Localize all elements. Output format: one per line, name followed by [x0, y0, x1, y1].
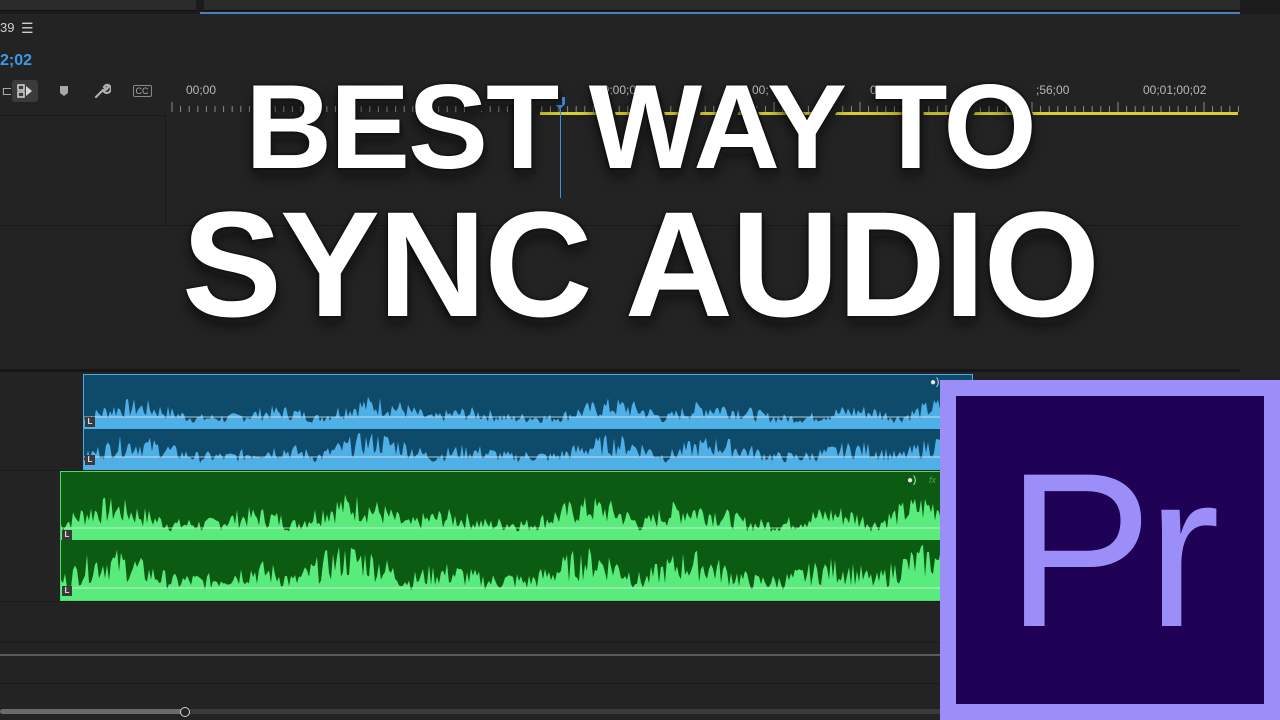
channel-badge: L — [85, 417, 95, 427]
channel-badge: L — [62, 586, 72, 596]
track-divider — [0, 683, 940, 684]
panel-focus-line — [200, 12, 1240, 14]
track-divider — [0, 642, 940, 643]
audio-waveform-a2 — [61, 494, 959, 600]
video-audio-divider[interactable] — [0, 369, 1240, 372]
audio-clip-a1[interactable]: L L ●) — [83, 374, 973, 470]
headline-line-1: BEST WAY TO — [245, 60, 1036, 194]
channel-badge: L — [85, 455, 95, 465]
panel-tab-right[interactable] — [204, 0, 1240, 11]
scrollbar-thumb[interactable] — [0, 709, 186, 714]
panel-tab-left[interactable] — [0, 0, 196, 11]
headline-line-2: SYNC AUDIO — [181, 180, 1100, 348]
master-track-line — [0, 654, 940, 656]
audio-clip-a2[interactable]: L L ●) fx — [60, 471, 960, 601]
sequence-name[interactable]: 39 — [0, 20, 14, 35]
fx-badge-icon: fx — [929, 475, 937, 485]
channel-badge: L — [62, 530, 72, 540]
track-divider — [0, 601, 940, 602]
speaker-icon: ●) — [907, 475, 917, 486]
zoom-handle[interactable] — [180, 707, 190, 717]
audio-waveform-a1 — [84, 396, 972, 469]
speaker-icon: ●) — [930, 377, 940, 388]
hamburger-menu-icon[interactable]: ☰ — [21, 20, 34, 37]
premiere-logo-text: Pr — [1006, 426, 1220, 673]
